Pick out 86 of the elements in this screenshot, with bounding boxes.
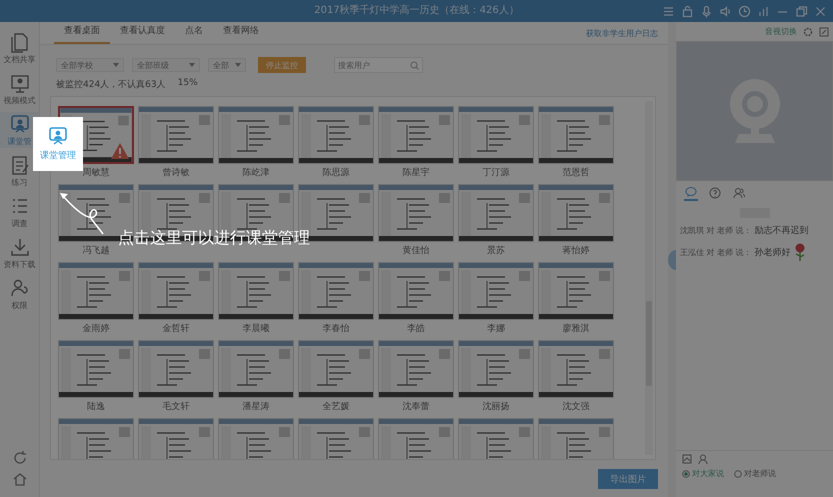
warning-icon [110, 142, 130, 160]
inattentive-percent: 15% [178, 78, 198, 90]
chat-icon [685, 186, 697, 198]
view-tab[interactable]: 查看网络 [213, 22, 269, 44]
question-icon [709, 187, 721, 199]
classroom-icon [8, 113, 30, 135]
student-name: 周敏慧 [82, 168, 110, 178]
image-icon[interactable] [682, 454, 692, 464]
classroom-icon [48, 126, 68, 146]
student-name: 沈奉蕾 [402, 402, 430, 412]
export-button[interactable]: 导出图片 [598, 469, 658, 489]
sidebar-item[interactable]: 调查 [0, 194, 40, 230]
student-name: 丁汀源 [482, 168, 510, 178]
student-name: 全艺媛 [322, 402, 350, 412]
caret-icon [113, 63, 119, 67]
classroom-tooltip[interactable]: 课堂管理 [33, 117, 83, 171]
student-name: 曾诗敏 [162, 168, 190, 178]
arrow-drawing [58, 190, 106, 236]
signal-icon[interactable] [757, 4, 770, 18]
clock-icon[interactable] [738, 4, 751, 18]
sidebar-item[interactable]: 权限 [0, 276, 40, 312]
student-name: 陈思源 [322, 168, 350, 178]
student-name: 陆逸 [87, 402, 105, 412]
filter-dropdown[interactable]: 全部班级 [132, 58, 200, 72]
home-icon[interactable] [12, 471, 28, 487]
audience-radio[interactable]: 对老师说 [734, 468, 776, 479]
filter-dropdown[interactable]: 全部学校 [56, 58, 124, 72]
view-tab[interactable]: 查看桌面 [54, 22, 110, 44]
users-icon [8, 277, 30, 299]
student-name: 景苏 [487, 246, 505, 256]
student-name: 陈星宇 [402, 168, 430, 178]
window-title: 2017秋季千灯中学高一历史（在线：426人） [314, 4, 519, 18]
restore-icon[interactable] [795, 4, 808, 18]
sidebar-item[interactable]: 资料下载 [0, 235, 40, 271]
student-name: 李晨曦 [242, 324, 270, 334]
document-icon [8, 31, 30, 53]
view-tab[interactable]: 查看认真度 [110, 22, 175, 44]
search-icon [410, 61, 419, 70]
student-name: 蒋怡婷 [562, 246, 590, 256]
student-name: 李娜 [487, 324, 505, 334]
rose-icon [794, 243, 806, 261]
view-tab[interactable]: 点名 [175, 22, 213, 44]
student-name: 金哲轩 [162, 324, 190, 334]
stop-button[interactable]: 停止监控 [258, 57, 306, 73]
close-icon[interactable] [814, 4, 827, 18]
expand-icon[interactable] [819, 26, 829, 36]
monitor-summary: 被监控424人，不认真63人 [56, 78, 166, 91]
av-switch-link[interactable]: 音视切换 [765, 26, 797, 37]
student-name: 李春怡 [322, 324, 350, 334]
student-name: 黄佳怡 [402, 246, 430, 256]
radio-icon [734, 470, 742, 478]
microphone-icon[interactable] [700, 4, 713, 18]
student-name: 李皓 [407, 324, 425, 334]
student-name: 范恩哲 [562, 168, 590, 178]
chat-message: 励志不再迟到 [754, 224, 809, 237]
users-icon [733, 187, 745, 199]
speaker-icon[interactable] [719, 4, 732, 18]
student-name: 廖雅淇 [562, 324, 590, 334]
radio-icon [682, 470, 690, 478]
student-name: 潘星涛 [242, 402, 270, 412]
search-field[interactable]: 搜索用户 [334, 57, 423, 73]
collapse-handle-icon[interactable] [668, 250, 676, 270]
chat-tab[interactable] [708, 186, 722, 200]
student-name: 毛文轩 [162, 402, 190, 412]
sidebar-item[interactable]: 视频模式 [0, 71, 40, 107]
chat-message: 孙老师好 [754, 246, 791, 258]
download-icon [8, 236, 30, 258]
audience-radio[interactable]: 对大家说 [682, 468, 724, 479]
student-name: 冯飞越 [82, 246, 110, 256]
student-name: 沈文强 [562, 402, 590, 412]
student-name: 金雨婷 [82, 324, 110, 334]
student-name: 陈屹津 [242, 168, 270, 178]
user-icon[interactable] [698, 454, 708, 464]
callout-text: 点击这里可以进行课堂管理 [118, 228, 310, 249]
student-name: 沈丽扬 [482, 402, 510, 412]
refresh-icon[interactable] [12, 450, 28, 466]
log-link[interactable]: 获取非学生用户日志 [586, 28, 658, 38]
filter-dropdown[interactable]: 全部 [208, 58, 246, 72]
chat-tab[interactable] [732, 186, 746, 200]
message-sender: 王泓佳 对 老师 说： [680, 246, 752, 258]
message-sender: 沈凯琪 对 老师 说： [680, 225, 752, 236]
caret-icon [189, 63, 195, 67]
caret-icon [235, 63, 241, 67]
menu-icon[interactable] [662, 4, 675, 18]
sidebar-item[interactable]: 文档共享 [0, 30, 40, 66]
lock-icon[interactable] [681, 4, 694, 18]
